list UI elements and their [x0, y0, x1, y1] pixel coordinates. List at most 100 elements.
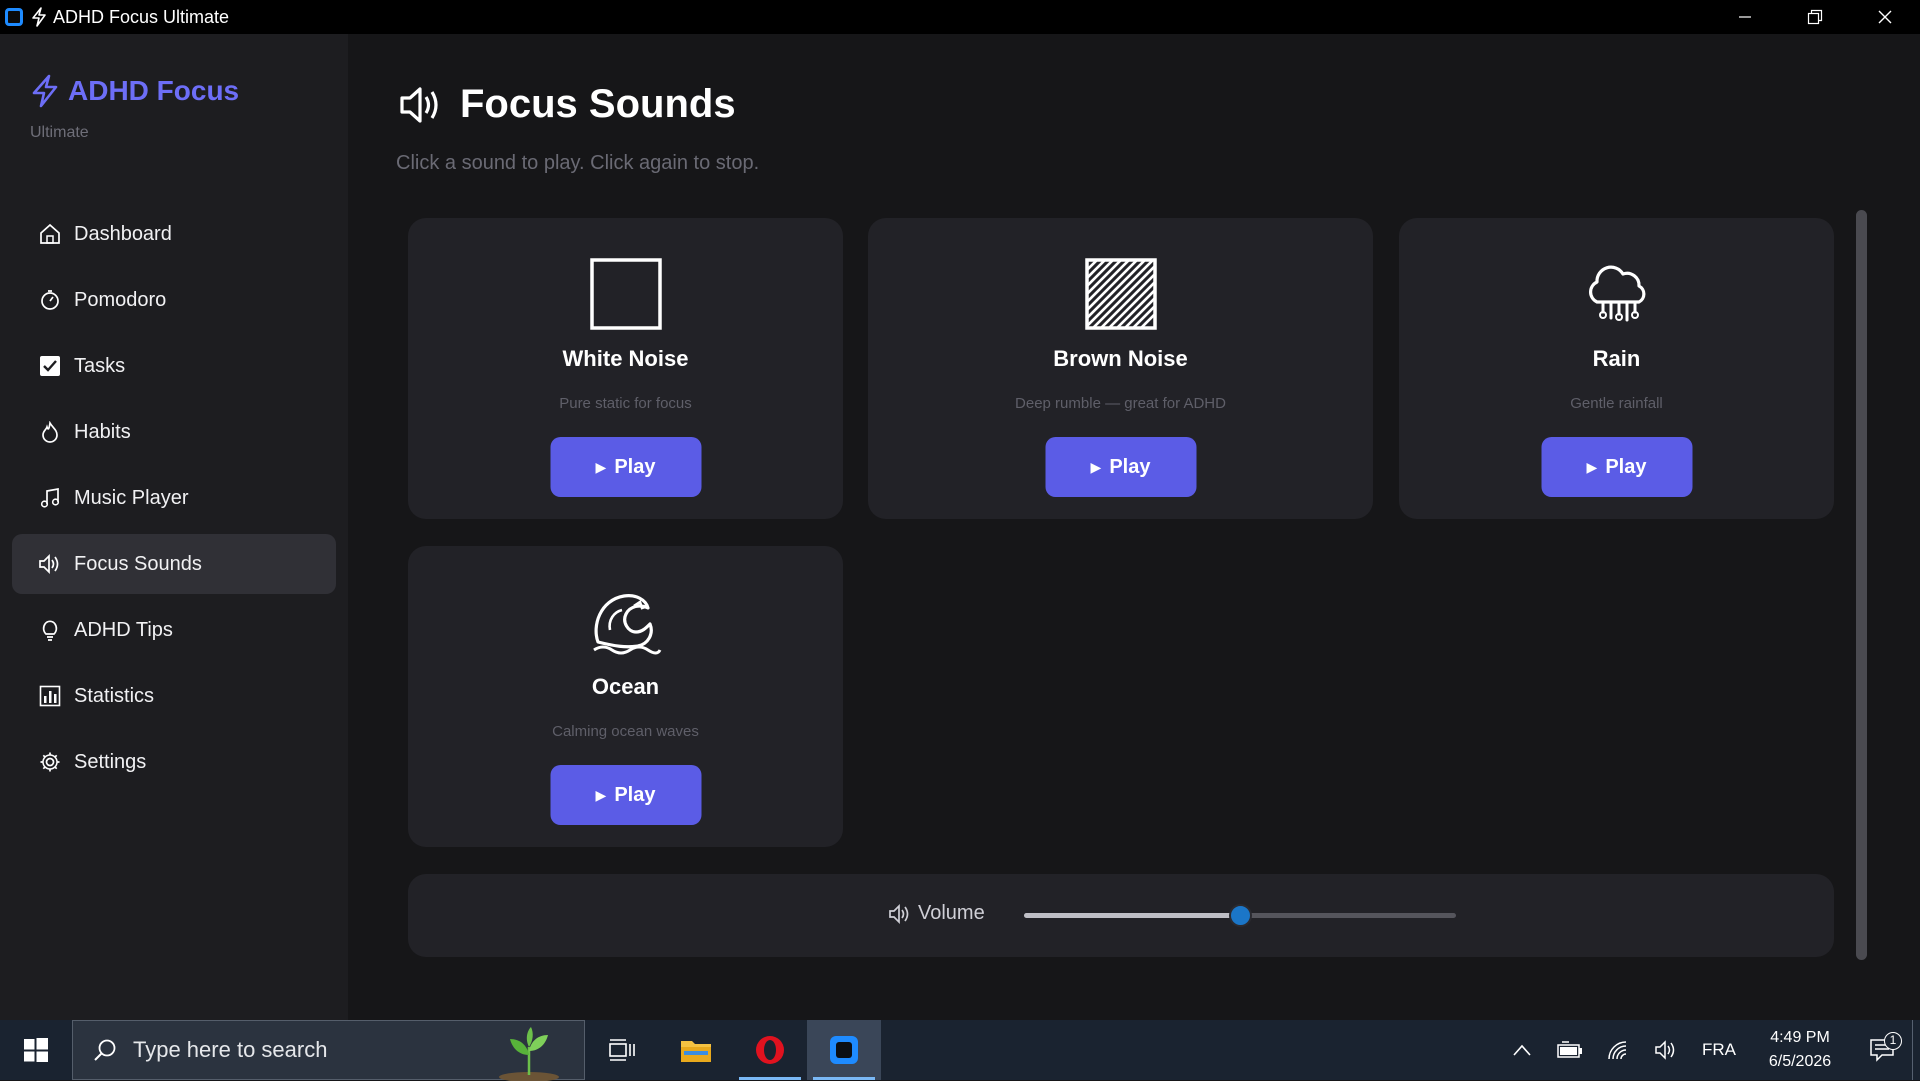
sidebar: ADHD Focus Ultimate Dashboard Pomodoro T…: [0, 34, 348, 1020]
folder-icon: [681, 1041, 711, 1062]
bolt-icon: [32, 7, 46, 27]
music-note-icon: [38, 486, 62, 510]
page-subtitle: Click a sound to play. Click again to st…: [396, 152, 760, 174]
wave-icon: [592, 594, 661, 655]
volume-slider-fill: [1024, 913, 1240, 918]
task-view-button[interactable]: [585, 1020, 659, 1080]
title-bar: ADHD Focus Ultimate: [0, 0, 1920, 34]
sidebar-item-label: ADHD Tips: [74, 618, 173, 641]
battery-button[interactable]: [1546, 1041, 1594, 1059]
play-icon: ▶: [595, 458, 607, 475]
start-button[interactable]: [0, 1020, 72, 1080]
play-button[interactable]: ▶ Play: [550, 765, 701, 825]
play-label: Play: [614, 455, 656, 478]
sidebar-item-pomodoro[interactable]: Pomodoro: [12, 270, 336, 330]
sound-name: Rain: [1592, 346, 1641, 371]
action-center-button[interactable]: 1: [1852, 1032, 1912, 1062]
home-icon: [38, 222, 62, 246]
window-title: ADHD Focus Ultimate: [53, 6, 230, 27]
sound-name: White Noise: [562, 346, 689, 371]
close-icon: [1878, 10, 1892, 24]
system-tray: FRA 4:49 PM 6/5/2026 1: [1498, 1020, 1920, 1080]
sound-card-white-noise[interactable]: White Noise Pure static for focus ▶ Play: [408, 218, 843, 519]
sound-description: Gentle rainfall: [1570, 395, 1663, 412]
show-hidden-icons-button[interactable]: [1498, 1044, 1546, 1056]
network-button[interactable]: [1594, 1040, 1642, 1060]
taskbar-search[interactable]: Type here to search: [72, 1020, 585, 1081]
main-content: Focus Sounds Click a sound to play. Clic…: [348, 34, 1920, 1020]
sidebar-item-label: Dashboard: [74, 222, 172, 245]
search-icon: [94, 1039, 116, 1061]
windows-icon: [24, 1038, 48, 1062]
volume-slider-thumb[interactable]: [1229, 904, 1252, 927]
play-button[interactable]: ▶ Play: [1541, 437, 1692, 497]
sidebar-item-dashboard[interactable]: Dashboard: [12, 204, 336, 264]
play-label: Play: [614, 783, 656, 806]
checkbox-icon: [38, 354, 62, 378]
sound-name: Brown Noise: [1053, 346, 1188, 371]
play-icon: ▶: [595, 786, 607, 803]
play-label: Play: [1605, 455, 1647, 478]
opera-browser-button[interactable]: [733, 1020, 807, 1080]
language-indicator[interactable]: FRA: [1690, 1040, 1748, 1060]
volume-label-text: Volume: [918, 902, 985, 924]
task-view-icon: [609, 1039, 635, 1061]
brand: ADHD Focus: [30, 74, 239, 108]
clock-time: 4:49 PM: [1770, 1029, 1830, 1046]
sound-card-rain[interactable]: Rain Gentle rainfall ▶ Play: [1399, 218, 1834, 519]
stopwatch-icon: [38, 288, 62, 312]
sidebar-item-label: Focus Sounds: [74, 552, 202, 575]
clock[interactable]: 4:49 PM 6/5/2026: [1748, 1026, 1852, 1074]
sound-card-brown-noise[interactable]: Brown Noise Deep rumble — great for ADHD…: [868, 218, 1373, 519]
sidebar-item-focus-sounds[interactable]: Focus Sounds: [12, 534, 336, 594]
volume-panel: Volume: [408, 874, 1834, 957]
hatched-square-icon: [1084, 258, 1157, 330]
app-icon: [830, 1036, 858, 1064]
sidebar-item-habits[interactable]: Habits: [12, 402, 336, 462]
notification-badge: 1: [1884, 1032, 1902, 1050]
close-button[interactable]: [1850, 0, 1920, 34]
app-icon: [5, 8, 23, 26]
flame-icon: [38, 420, 62, 444]
play-label: Play: [1109, 455, 1151, 478]
volume-slider[interactable]: [1024, 904, 1456, 927]
play-icon: ▶: [1090, 458, 1102, 475]
sidebar-item-adhd-tips[interactable]: ADHD Tips: [12, 600, 336, 660]
adhd-focus-taskbar-button[interactable]: [807, 1020, 881, 1080]
taskbar: Type here to search FRA 4:49 PM 6/5/2026: [0, 1020, 1920, 1081]
sidebar-item-label: Music Player: [74, 486, 189, 509]
brand-subtitle: Ultimate: [30, 124, 89, 141]
bar-chart-icon: [38, 684, 62, 708]
bolt-icon: [32, 74, 58, 108]
file-explorer-button[interactable]: [659, 1020, 733, 1080]
play-button[interactable]: ▶ Play: [550, 437, 701, 497]
sidebar-item-settings[interactable]: Settings: [12, 732, 336, 792]
clock-date: 6/5/2026: [1768, 1053, 1832, 1070]
gear-icon: [38, 750, 62, 774]
sidebar-item-label: Statistics: [74, 684, 155, 707]
play-button[interactable]: ▶ Play: [1045, 437, 1196, 497]
search-placeholder: Type here to search: [133, 1037, 328, 1062]
page-header: Focus Sounds: [398, 82, 736, 127]
speaker-icon: [889, 903, 909, 924]
rain-cloud-icon: [1588, 265, 1645, 322]
lightbulb-icon: [38, 618, 62, 642]
scrollbar[interactable]: [1856, 210, 1867, 960]
restore-button[interactable]: [1780, 0, 1850, 34]
speaker-icon: [1655, 1040, 1675, 1060]
sidebar-item-music-player[interactable]: Music Player: [12, 468, 336, 528]
sidebar-item-label: Habits: [74, 420, 131, 443]
battery-icon: [1557, 1041, 1582, 1058]
sound-card-ocean[interactable]: Ocean Calming ocean waves ▶ Play: [408, 546, 843, 847]
restore-icon: [1807, 9, 1823, 25]
sidebar-nav: Dashboard Pomodoro Tasks Habits Music Pl…: [12, 204, 336, 798]
sidebar-item-label: Settings: [74, 750, 147, 773]
volume-tray-button[interactable]: [1642, 1040, 1690, 1060]
minimize-button[interactable]: [1710, 0, 1780, 34]
play-icon: ▶: [1586, 458, 1598, 475]
sidebar-item-tasks[interactable]: Tasks: [12, 336, 336, 396]
minimize-icon: [1739, 16, 1751, 18]
speaker-icon: [400, 86, 438, 123]
page-title: Focus Sounds: [460, 82, 736, 126]
sidebar-item-statistics[interactable]: Statistics: [12, 666, 336, 726]
